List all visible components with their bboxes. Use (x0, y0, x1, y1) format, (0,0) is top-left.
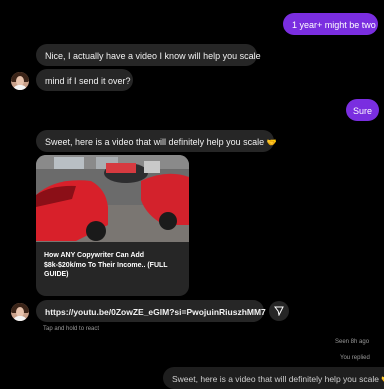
send-icon (274, 306, 284, 316)
outgoing-message[interactable]: 1 year+ might be two (283, 13, 378, 35)
message-text: Sure (353, 106, 373, 116)
video-card[interactable]: How ANY Copywriter Can Add $8k-$20k/mo T… (36, 155, 189, 296)
reply-text: Sweet, here is a video that will definit… (172, 374, 379, 384)
link-text[interactable]: https://youtu.be/0ZowZE_eGlM?si=PwojuinR… (45, 307, 266, 317)
replied-label: You replied (340, 355, 370, 361)
reply-preview[interactable]: Sweet, here is a video that will definit… (163, 367, 384, 389)
message-text: mind if I send it over? (45, 76, 131, 86)
tap-hold-hint: Tap and hold to react (43, 326, 100, 332)
message-text: Nice, I actually have a video I know wil… (45, 51, 261, 61)
incoming-message[interactable]: Sweet, here is a video that will definit… (36, 130, 277, 152)
message-text: Sweet, here is a video that will definit… (45, 137, 265, 147)
outgoing-message[interactable]: Sure (346, 99, 379, 121)
seen-status: Seen 8h ago (335, 339, 370, 345)
video-thumbnail[interactable] (36, 155, 189, 242)
message-text: 1 year+ might be two (292, 20, 376, 30)
incoming-message[interactable]: Nice, I actually have a video I know wil… (36, 44, 261, 66)
video-title: How ANY Copywriter Can Add $8k-$20k/mo T… (44, 252, 168, 278)
avatar[interactable] (11, 303, 29, 321)
incoming-message[interactable]: mind if I send it over? (36, 69, 133, 91)
avatar[interactable] (11, 72, 29, 90)
handshake-icon: 🤝 (266, 138, 277, 147)
share-button[interactable] (269, 301, 289, 321)
link-message[interactable]: https://youtu.be/0ZowZE_eGlM?si=PwojuinR… (36, 300, 266, 322)
